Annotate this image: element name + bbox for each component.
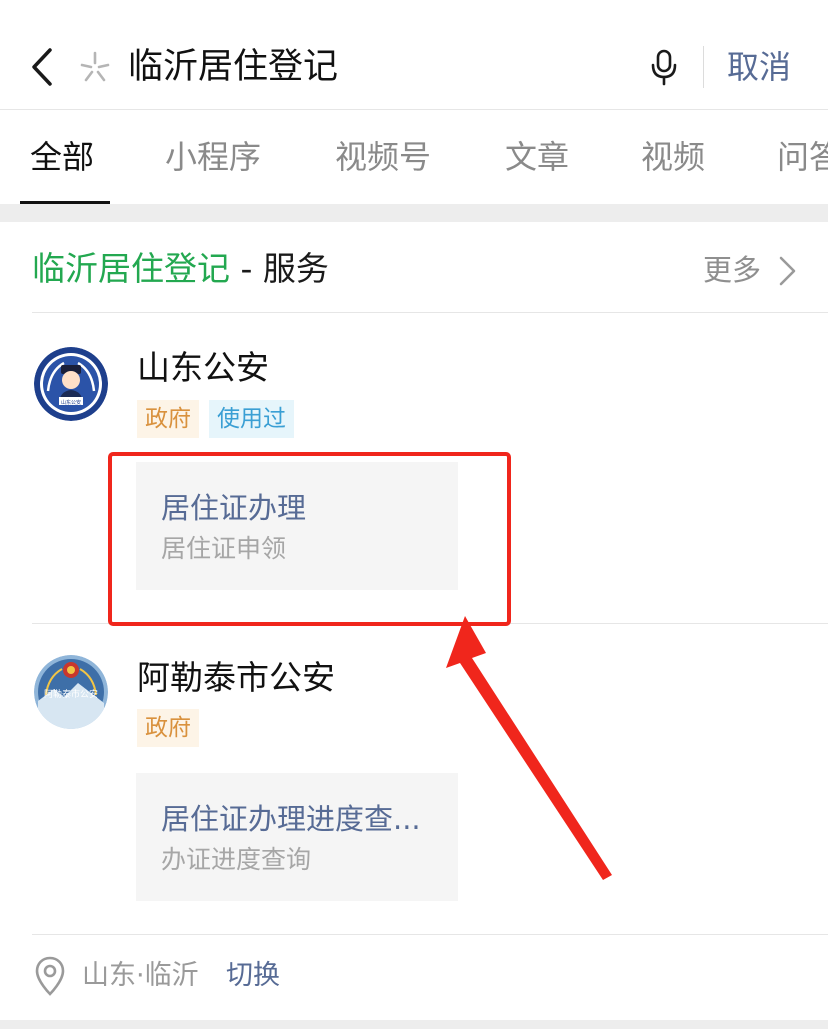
switch-location-button[interactable]: 切换 [226, 956, 280, 996]
avatar-shandong-police[interactable]: 山东公安 [34, 347, 108, 421]
sparkle-icon [80, 51, 110, 82]
tag-government: 政府 [137, 709, 199, 747]
bottom-gap [0, 1020, 828, 1029]
divider [32, 934, 828, 935]
cancel-button[interactable]: 取消 [727, 44, 791, 90]
search-bar: 临沂居住登记 取消 [0, 0, 828, 110]
more-link[interactable]: 更多 [703, 250, 761, 290]
tab-videos[interactable]: 视频 [641, 135, 705, 179]
microphone-icon[interactable] [648, 48, 680, 86]
tab-all[interactable]: 全部 [30, 135, 94, 179]
search-input[interactable]: 临沂居住登记 [128, 44, 338, 90]
tab-qa[interactable]: 问答 [777, 135, 828, 179]
service-subtitle: 办证进度查询 [161, 845, 312, 874]
tag-used-before: 使用过 [209, 400, 294, 438]
logo-text: 山东公安 [61, 399, 81, 406]
location-text: 山东·临沂 [82, 960, 199, 991]
service-card[interactable]: 居住证办理进度查... 办证进度查询 [136, 773, 458, 901]
chevron-right-icon[interactable] [776, 255, 798, 287]
tag-government: 政府 [137, 400, 199, 438]
result-name[interactable]: 山东公安 [137, 345, 269, 391]
divider [32, 312, 828, 313]
tab-mini-programs[interactable]: 小程序 [165, 135, 261, 179]
avatar-altay-police[interactable]: 阿勒泰市公安 [34, 655, 108, 729]
section-keyword: 临沂居住登记 [32, 249, 230, 288]
logo-text: 阿勒泰市公安 [44, 688, 98, 700]
annotation-arrow [446, 616, 612, 880]
result-name[interactable]: 阿勒泰市公安 [137, 655, 335, 701]
section-gap [0, 204, 828, 222]
tab-articles[interactable]: 文章 [505, 135, 569, 179]
service-title: 居住证办理进度查... [161, 802, 421, 836]
section-suffix: - 服务 [230, 249, 329, 288]
highlight-box [108, 452, 511, 626]
divider [703, 46, 704, 88]
section-title: 临沂居住登记 - 服务 [32, 246, 329, 292]
tab-channels[interactable]: 视频号 [335, 135, 431, 179]
location-pin-icon [35, 956, 65, 996]
filter-tabs: 全部 小程序 视频号 文章 视频 问答 [0, 111, 828, 204]
chevron-left-icon[interactable] [28, 46, 58, 88]
